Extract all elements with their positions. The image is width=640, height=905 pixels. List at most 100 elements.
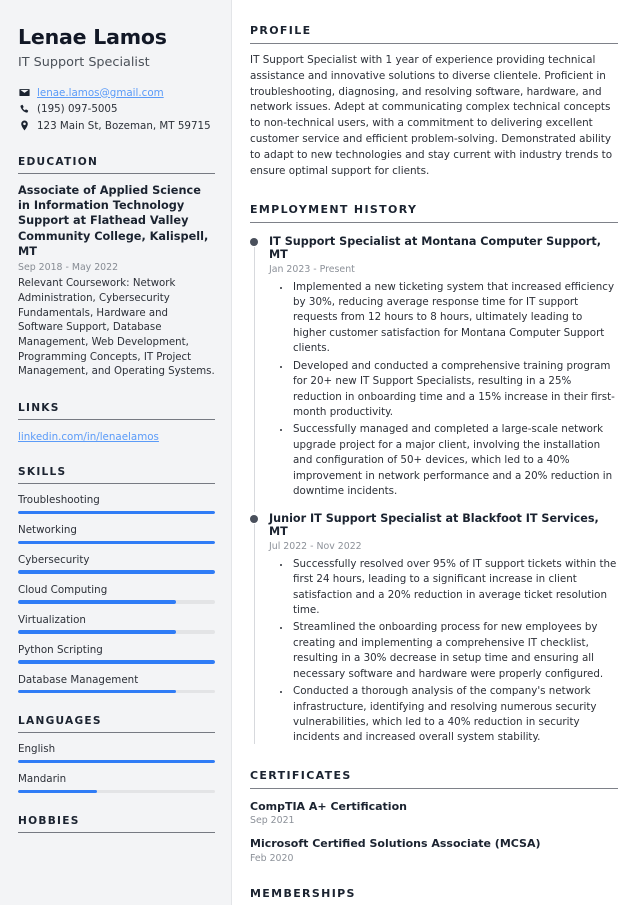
languages-rule	[18, 732, 215, 734]
timeline-dot-icon	[250, 514, 258, 523]
main-column: PROFILE IT Support Specialist with 1 yea…	[232, 0, 640, 905]
certificate-title: Microsoft Certified Solutions Associate …	[250, 837, 541, 851]
certificate-entry: Microsoft Certified Solutions Associate …	[250, 837, 618, 864]
language-bar-track	[18, 759, 215, 764]
skills-list: Troubleshooting Networking Cybersecurity Cl…	[18, 494, 215, 694]
resume-page: Lenae Lamos IT Support Specialist lenae.…	[0, 0, 640, 905]
education-heading: EDUCATION	[18, 155, 99, 168]
timeline-dot-icon	[250, 237, 258, 246]
certificate-title: CompTIA A+ Certification	[250, 799, 407, 813]
employment-entry: Junior IT Support Specialist at Blackfoo…	[250, 512, 618, 746]
language-label: Mandarin	[18, 773, 67, 786]
languages-list: English Mandarin	[18, 743, 215, 794]
skill-bar-track	[18, 630, 215, 634]
header-job-title: IT Support Specialist	[18, 54, 150, 70]
profile-heading: PROFILE	[250, 24, 312, 37]
page-title: Lenae Lamos	[18, 25, 167, 49]
skill-bar-track	[18, 570, 215, 574]
employment-role: IT Support Specialist at Montana Compute…	[269, 234, 602, 261]
skill-item: Virtualization	[18, 614, 215, 634]
employment-bullet-list: Successfully resolved over 95% of IT sup…	[269, 557, 618, 746]
sidebar: Lenae Lamos IT Support Specialist lenae.…	[0, 0, 232, 905]
employment-entry: IT Support Specialist at Montana Compute…	[250, 234, 618, 512]
employment-bullet: Successfully resolved over 95% of IT sup…	[291, 557, 618, 619]
education-dates: Sep 2018 - May 2022	[18, 262, 119, 274]
employment-bullet: Streamlined the onboarding process for n…	[291, 620, 618, 682]
skill-label: Database Management	[18, 673, 139, 686]
education-rule	[18, 172, 215, 174]
link-item-linkedin[interactable]: linkedin.com/in/lenaelamos	[18, 431, 159, 443]
links-heading: LINKS	[18, 402, 60, 415]
skill-label: Virtualization	[18, 613, 86, 626]
skill-bar-fill	[18, 600, 176, 604]
language-bar-fill	[18, 759, 215, 764]
skill-bar-track	[18, 660, 215, 664]
skill-item: Database Management	[18, 674, 215, 694]
education-description: Relevant Coursework: Network Administrat…	[18, 278, 215, 378]
profile-text: IT Support Specialist with 1 year of exp…	[250, 54, 613, 177]
language-item: Mandarin	[18, 773, 215, 794]
employment-role: Junior IT Support Specialist at Blackfoo…	[269, 511, 599, 538]
employment-list: IT Support Specialist at Montana Compute…	[250, 235, 618, 746]
skill-bar-fill	[18, 630, 176, 634]
envelope-icon	[18, 87, 30, 98]
links-rule	[18, 419, 215, 421]
memberships-heading: MEMBERSHIPS	[250, 886, 356, 900]
education-degree: Associate of Applied Science in Informat…	[18, 183, 209, 258]
phone-icon	[18, 104, 30, 115]
section-memberships: MEMBERSHIPS CompTIA (Computing Technolog…	[250, 887, 618, 905]
certificate-entry: CompTIA A+ Certification Sep 2021	[250, 800, 618, 827]
timeline-line	[253, 246, 255, 512]
skill-item: Troubleshooting	[18, 494, 215, 515]
skill-bar-fill	[18, 540, 215, 544]
section-profile: PROFILE IT Support Specialist with 1 yea…	[250, 24, 618, 180]
certificate-date: Sep 2021	[250, 815, 295, 827]
employment-dates: Jan 2023 - Present	[269, 263, 355, 275]
skill-label: Cybersecurity	[18, 553, 90, 566]
certificates-heading: CERTIFICATES	[250, 768, 352, 782]
skill-bar-track	[18, 600, 215, 604]
contact-email-value[interactable]: lenae.lamos@gmail.com	[37, 87, 164, 99]
map-pin-icon	[18, 120, 30, 131]
skill-label: Python Scripting	[18, 643, 103, 656]
skill-item: Python Scripting	[18, 644, 215, 664]
hobbies-rule	[18, 832, 215, 834]
employment-bullet: Conducted a thorough analysis of the com…	[291, 684, 618, 746]
section-skills: SKILLS Troubleshooting Networking Cybersec…	[18, 466, 215, 694]
language-item: English	[18, 743, 215, 764]
certificates-list: CompTIA A+ Certification Sep 2021 Microsof…	[250, 800, 618, 864]
skill-item: Cloud Computing	[18, 584, 215, 604]
skill-item: Networking	[18, 524, 215, 544]
skill-item: Cybersecurity	[18, 554, 215, 574]
skill-bar-fill	[18, 570, 215, 574]
section-languages: LANGUAGES English Mandarin	[18, 715, 215, 794]
skills-rule	[18, 483, 215, 485]
skills-heading: SKILLS	[18, 466, 67, 479]
skill-bar-track	[18, 540, 215, 544]
skill-label: Troubleshooting	[18, 494, 100, 507]
contact-email[interactable]: lenae.lamos@gmail.com	[18, 87, 215, 99]
contact-phone: (195) 097-5005	[18, 103, 215, 115]
language-bar-track	[18, 789, 215, 794]
certificate-date: Feb 2020	[250, 852, 294, 864]
languages-heading: LANGUAGES	[18, 715, 102, 728]
skill-bar-track	[18, 510, 215, 515]
skill-bar-fill	[18, 660, 215, 664]
section-certificates: CERTIFICATES CompTIA A+ Certification Sep…	[250, 769, 618, 864]
employment-bullet: Successfully managed and completed a lar…	[291, 422, 618, 499]
skill-label: Networking	[18, 524, 77, 537]
contact-list: lenae.lamos@gmail.com (195) 097-5005 123…	[18, 87, 215, 132]
section-hobbies: HOBBIES	[18, 815, 215, 834]
employment-dates: Jul 2022 - Nov 2022	[269, 540, 362, 552]
language-bar-fill	[18, 789, 97, 794]
section-links: LINKS linkedin.com/in/lenaelamos	[18, 402, 215, 444]
employment-heading: EMPLOYMENT HISTORY	[250, 202, 418, 216]
hobbies-heading: HOBBIES	[18, 815, 80, 828]
employment-bullet: Implemented a new ticketing system that …	[291, 280, 618, 357]
employment-bullet: Developed and conducted a comprehensive …	[291, 359, 618, 421]
contact-phone-value: (195) 097-5005	[37, 103, 118, 116]
contact-address: 123 Main St, Bozeman, MT 59715	[18, 120, 215, 132]
skill-bar-track	[18, 690, 215, 694]
timeline-line	[253, 523, 255, 744]
skill-bar-fill	[18, 690, 176, 694]
